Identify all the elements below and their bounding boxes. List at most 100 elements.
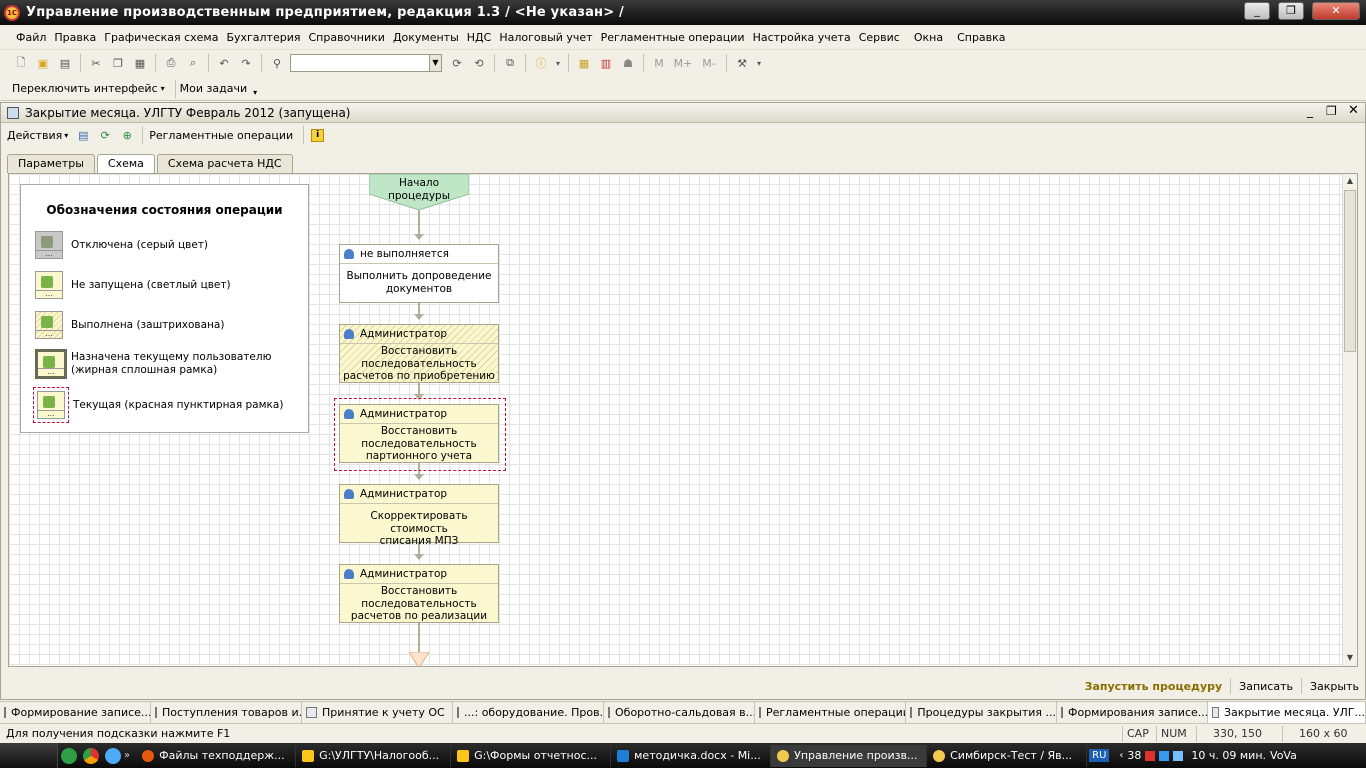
chevron-down-icon[interactable]: ▾ xyxy=(64,131,68,140)
utorrent-icon[interactable] xyxy=(61,747,77,764)
flow-node[interactable]: Администратор Восстановить последовательн… xyxy=(339,564,499,623)
my-tasks-button[interactable]: Мои задачи xyxy=(180,82,247,95)
calendar-icon[interactable]: ▥ xyxy=(597,54,615,72)
save-icon[interactable]: ▤ xyxy=(56,54,74,72)
switch-interface-button[interactable]: Переключить интерфейс xyxy=(12,82,158,95)
doc-restore-button[interactable]: ❐ xyxy=(1326,104,1337,118)
menu-settings[interactable]: Настройка учета xyxy=(753,31,851,44)
new-icon[interactable]: 🗋 xyxy=(12,54,30,72)
find-next-icon[interactable]: ⟳ xyxy=(448,54,466,72)
tray-icon[interactable] xyxy=(1159,750,1170,761)
window-tab[interactable]: Процедуры закрытия ... xyxy=(906,702,1057,723)
open-icon[interactable]: ▣ xyxy=(34,54,52,72)
search-dropdown-icon[interactable]: ▼ xyxy=(430,54,442,72)
window-tab[interactable]: Формирование записе... xyxy=(0,702,151,723)
chevron-down-icon[interactable]: ▾ xyxy=(755,54,763,72)
menu-tax[interactable]: Налоговый учет xyxy=(499,31,592,44)
tray-icon[interactable] xyxy=(1173,750,1184,761)
volume-readout[interactable]: 38 xyxy=(1127,749,1141,762)
menu-help[interactable]: Справка xyxy=(957,31,1005,44)
flow-node[interactable]: Администратор Скорректировать стоимость с… xyxy=(339,484,499,547)
window-tab[interactable]: Принятие к учету ОС xyxy=(302,702,453,723)
vertical-scrollbar[interactable]: ▲ ▼ xyxy=(1342,174,1357,666)
maximize-button[interactable]: ❐ xyxy=(1278,2,1304,20)
chevron-down-icon[interactable]: ▾ xyxy=(554,54,562,72)
window-tab-active[interactable]: Закрытие месяца. УЛГ... xyxy=(1208,702,1366,723)
tab-parameters[interactable]: Параметры xyxy=(7,154,95,173)
window-tab[interactable]: Формирования записе... xyxy=(1057,702,1208,723)
flow-node[interactable]: Администратор Восстановить последовательн… xyxy=(339,324,499,383)
chevron-down-icon[interactable]: ▾ xyxy=(253,88,257,97)
close-window-button[interactable]: ✕ xyxy=(1312,2,1360,20)
search-input[interactable] xyxy=(290,54,430,72)
scroll-up-icon[interactable]: ▲ xyxy=(1343,174,1357,188)
users-icon[interactable]: ☗ xyxy=(619,54,637,72)
cut-icon[interactable]: ✂ xyxy=(87,54,105,72)
memory-mminus-button[interactable]: M- xyxy=(698,54,720,72)
scroll-down-icon[interactable]: ▼ xyxy=(1343,651,1357,665)
menu-accounting[interactable]: Бухгалтерия xyxy=(226,31,300,44)
end-node-icon[interactable] xyxy=(409,652,429,667)
menu-references[interactable]: Справочники xyxy=(308,31,384,44)
menu-edit[interactable]: Правка xyxy=(54,31,96,44)
search-icon[interactable]: ⚲ xyxy=(268,54,286,72)
menu-reg-ops[interactable]: Регламентные операции xyxy=(601,31,745,44)
print-icon[interactable]: ⎙ xyxy=(162,54,180,72)
menu-windows[interactable]: Окна xyxy=(914,31,943,44)
taskbar-item[interactable]: Симбирск-Тест / Яв... xyxy=(927,744,1088,767)
info-icon[interactable]: ⓘ xyxy=(532,54,550,72)
run-procedure-button[interactable]: Запустить процедуру xyxy=(1085,680,1223,693)
windows-icon[interactable]: ⧉ xyxy=(501,54,519,72)
doc-close-button[interactable]: ✕ xyxy=(1348,103,1359,118)
add-icon[interactable]: ⊕ xyxy=(119,127,135,143)
taskbar-item[interactable]: G:\Формы отчетнос... xyxy=(451,744,612,767)
tab-scheme[interactable]: Схема xyxy=(96,154,155,174)
start-button[interactable] xyxy=(0,743,58,768)
window-tab[interactable]: Регламентные операции xyxy=(755,702,906,723)
taskbar-item[interactable]: методичка.docx - Mi... xyxy=(611,744,772,767)
window-tab[interactable]: Поступления товаров и... xyxy=(151,702,302,723)
minimize-button[interactable]: _ xyxy=(1244,2,1270,20)
network-icon[interactable] xyxy=(1145,750,1156,761)
menu-graphic-scheme[interactable]: Графическая схема xyxy=(104,31,218,44)
copy-icon[interactable]: ❐ xyxy=(109,54,127,72)
chevron-down-icon[interactable]: ▾ xyxy=(161,84,165,93)
calculator-icon[interactable]: ▦ xyxy=(575,54,593,72)
chrome-icon[interactable] xyxy=(83,747,99,764)
memory-mplus-button[interactable]: M+ xyxy=(672,54,694,72)
memory-m-button[interactable]: M xyxy=(650,54,668,72)
clock[interactable]: 10 ч. 09 мин. xyxy=(1191,749,1266,762)
taskbar-item[interactable]: Файлы техподдерж... xyxy=(136,744,297,767)
chevron-right-icon[interactable]: » xyxy=(124,750,130,761)
taskbar-item[interactable]: G:\УЛГТУ\Налогооб... xyxy=(296,744,452,767)
flow-node[interactable]: Администратор Восстановить последовательн… xyxy=(339,404,499,463)
info-icon[interactable]: i xyxy=(311,128,325,142)
window-tab[interactable]: Оборотно-сальдовая в... xyxy=(604,702,755,723)
quicklaunch-icon[interactable] xyxy=(105,747,121,764)
undo-icon[interactable]: ↶ xyxy=(215,54,233,72)
list-icon[interactable]: ▤ xyxy=(75,127,91,143)
actions-menu[interactable]: Действия xyxy=(7,129,62,142)
regulatory-operations-button[interactable]: Регламентные операции xyxy=(149,129,293,142)
paste-icon[interactable]: ▦ xyxy=(131,54,149,72)
menu-vat[interactable]: НДС xyxy=(467,31,492,44)
language-indicator[interactable]: RU xyxy=(1089,749,1110,762)
save-button[interactable]: Записать xyxy=(1239,680,1293,693)
chevron-left-icon[interactable]: ‹ xyxy=(1119,750,1123,761)
find-prev-icon[interactable]: ⟲ xyxy=(470,54,488,72)
menu-file[interactable]: Файл xyxy=(16,31,46,44)
scroll-thumb[interactable] xyxy=(1344,190,1356,352)
menu-service[interactable]: Сервис xyxy=(859,31,900,44)
redo-icon[interactable]: ↷ xyxy=(237,54,255,72)
user-name[interactable]: VoVa xyxy=(1270,749,1297,762)
scheme-canvas[interactable]: Обозначения состояния операции … Отключе… xyxy=(8,173,1358,667)
flow-node[interactable]: не выполняется Выполнить допроведение док… xyxy=(339,244,499,303)
doc-minimize-button[interactable]: _ xyxy=(1307,104,1313,118)
window-tab[interactable]: ...: оборудование. Пров... xyxy=(453,702,604,723)
tab-vat-scheme[interactable]: Схема расчета НДС xyxy=(156,154,293,173)
refresh-icon[interactable]: ⟳ xyxy=(97,127,113,143)
menu-documents[interactable]: Документы xyxy=(393,31,459,44)
taskbar-item-active[interactable]: Управление произв... xyxy=(771,744,928,767)
print-preview-icon[interactable]: ⌕ xyxy=(184,54,202,72)
close-button[interactable]: Закрыть xyxy=(1310,680,1359,693)
